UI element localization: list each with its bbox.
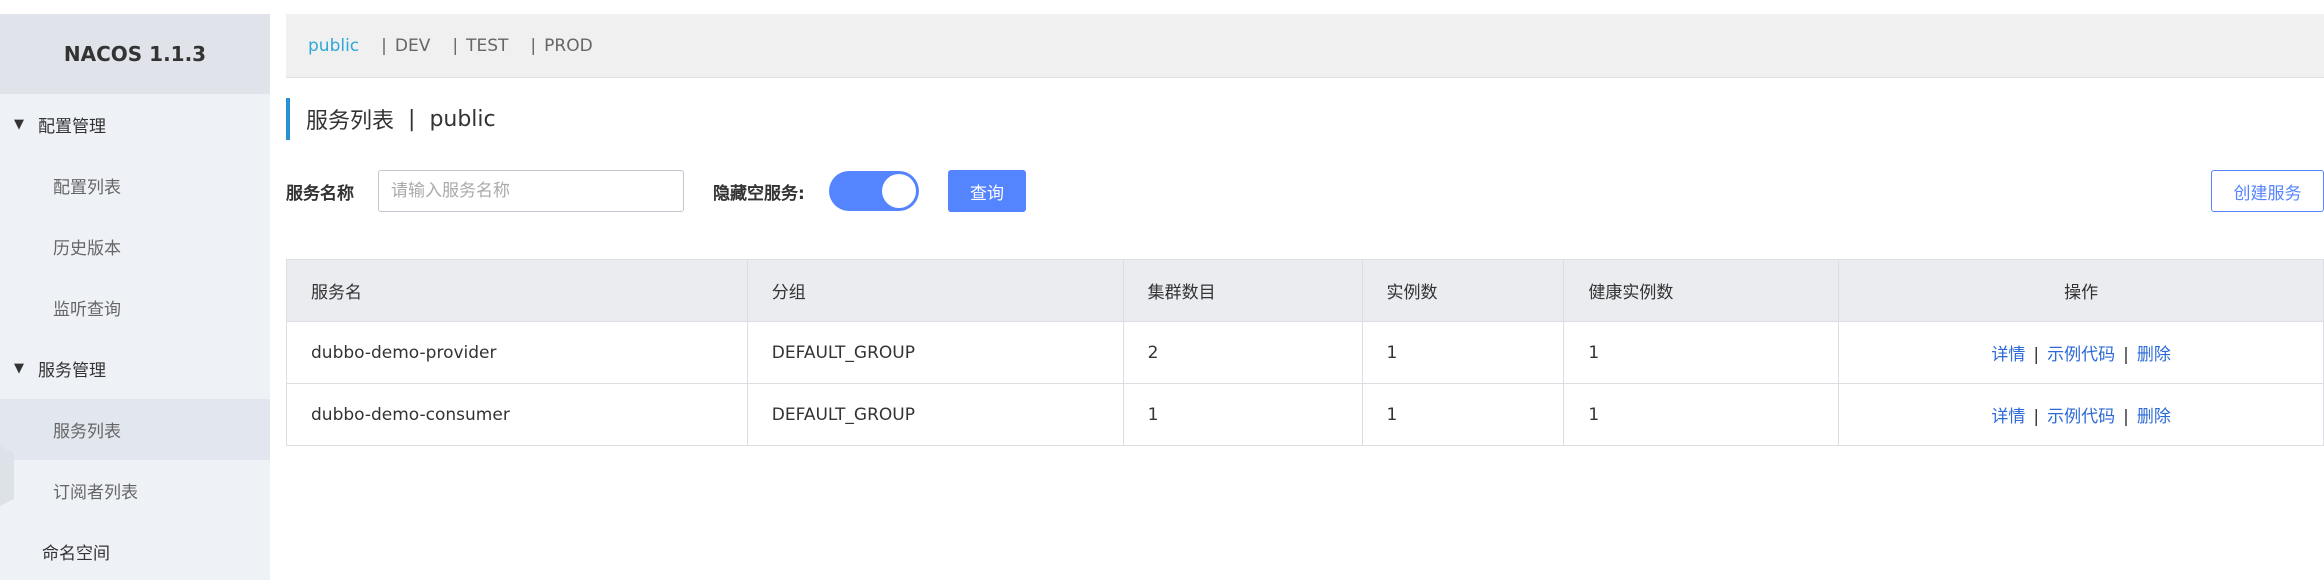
delete-link[interactable]: 删除 <box>2137 407 2171 427</box>
header-service-name: 服务名 <box>286 259 748 322</box>
namespace-bar: public | DEV | TEST | PROD <box>286 14 2324 78</box>
op-separator: | <box>2123 407 2129 427</box>
sample-code-link[interactable]: 示例代码 <box>2047 345 2115 365</box>
page-title-namespace: public <box>429 106 496 132</box>
namespace-separator: | <box>530 35 537 56</box>
toggle-knob <box>882 174 916 208</box>
cell-instance-count: 1 <box>1361 383 1565 446</box>
service-name-input[interactable] <box>378 170 684 212</box>
cell-group: DEFAULT_GROUP <box>746 321 1124 384</box>
hide-empty-toggle[interactable] <box>829 171 919 211</box>
cell-service-name: dubbo-demo-provider <box>286 321 748 384</box>
namespace-separator: | <box>381 35 387 56</box>
header-cluster-count: 集群数目 <box>1122 259 1363 322</box>
cell-cluster-count: 2 <box>1122 321 1363 384</box>
query-button[interactable]: 查询 <box>948 170 1026 212</box>
namespace-tab-public[interactable]: public <box>308 36 359 56</box>
service-name-label: 服务名称 <box>286 183 354 204</box>
header-instance-count: 实例数 <box>1361 259 1565 322</box>
brand-logo: NACOS 1.1.3 <box>0 14 270 94</box>
cell-group: DEFAULT_GROUP <box>746 383 1124 446</box>
create-service-button[interactable]: 创建服务 <box>2211 170 2324 212</box>
detail-link[interactable]: 详情 <box>1991 407 2025 427</box>
table-header-row: 服务名 分组 集群数目 实例数 健康实例数 操作 <box>286 259 2324 322</box>
filter-row: 服务名称 隐藏空服务: 查询 创建服务 <box>286 170 2324 212</box>
sample-code-link[interactable]: 示例代码 <box>2047 407 2115 427</box>
namespace-tab-prod[interactable]: PROD <box>544 36 593 56</box>
menu-item-namespace[interactable]: 命名空间 <box>0 521 270 582</box>
cell-service-name: dubbo-demo-consumer <box>286 383 748 446</box>
op-separator: | <box>2033 407 2040 427</box>
menu-group-service-label: 服务管理 <box>38 361 106 381</box>
cell-cluster-count: 1 <box>1122 383 1363 446</box>
menu-group-config-label: 配置管理 <box>38 117 106 137</box>
cell-instance-count: 1 <box>1361 321 1565 384</box>
cell-operations: 详情 | 示例代码 | 删除 <box>1838 383 2324 446</box>
title-separator: | <box>408 106 416 132</box>
cell-healthy-count: 1 <box>1563 321 1840 384</box>
menu-item-config-list[interactable]: 配置列表 <box>0 155 270 216</box>
caret-down-icon: ▼ <box>14 117 24 132</box>
menu-group-config[interactable]: ▼ 配置管理 <box>0 94 270 155</box>
header-healthy-count: 健康实例数 <box>1563 259 1840 322</box>
menu-group-service[interactable]: ▼ 服务管理 <box>0 338 270 399</box>
hide-empty-label: 隐藏空服务: <box>713 183 805 204</box>
cell-healthy-count: 1 <box>1563 383 1840 446</box>
detail-link[interactable]: 详情 <box>1991 345 2025 365</box>
op-separator: | <box>2123 345 2129 365</box>
namespace-separator: | <box>452 35 459 56</box>
table-row: dubbo-demo-consumer DEFAULT_GROUP 1 1 1 … <box>286 383 2324 446</box>
menu-item-service-list[interactable]: 服务列表 <box>0 399 270 460</box>
header-group: 分组 <box>746 259 1124 322</box>
namespace-tab-dev[interactable]: DEV <box>395 36 430 56</box>
sidebar: NACOS 1.1.3 ▼ 配置管理 配置列表 历史版本 监听查询 ▼ 服务管理… <box>0 14 270 580</box>
menu-item-history[interactable]: 历史版本 <box>0 216 270 277</box>
page-title-text: 服务列表 <box>306 109 395 134</box>
namespace-tab-test[interactable]: TEST <box>466 36 508 56</box>
menu-item-subscriber-list[interactable]: 订阅者列表 <box>0 460 270 521</box>
op-separator: | <box>2033 345 2040 365</box>
page-title: 服务列表 | public <box>286 98 496 140</box>
table-row: dubbo-demo-provider DEFAULT_GROUP 2 1 1 … <box>286 321 2324 384</box>
cell-operations: 详情 | 示例代码 | 删除 <box>1838 321 2324 384</box>
sidebar-collapse-handle[interactable] <box>0 446 14 506</box>
header-operations: 操作 <box>1838 259 2324 322</box>
service-table: 服务名 分组 集群数目 实例数 健康实例数 操作 dubbo-demo-prov… <box>286 259 2324 446</box>
delete-link[interactable]: 删除 <box>2137 345 2171 365</box>
menu-item-listener-query[interactable]: 监听查询 <box>0 277 270 338</box>
caret-down-icon: ▼ <box>14 361 24 376</box>
